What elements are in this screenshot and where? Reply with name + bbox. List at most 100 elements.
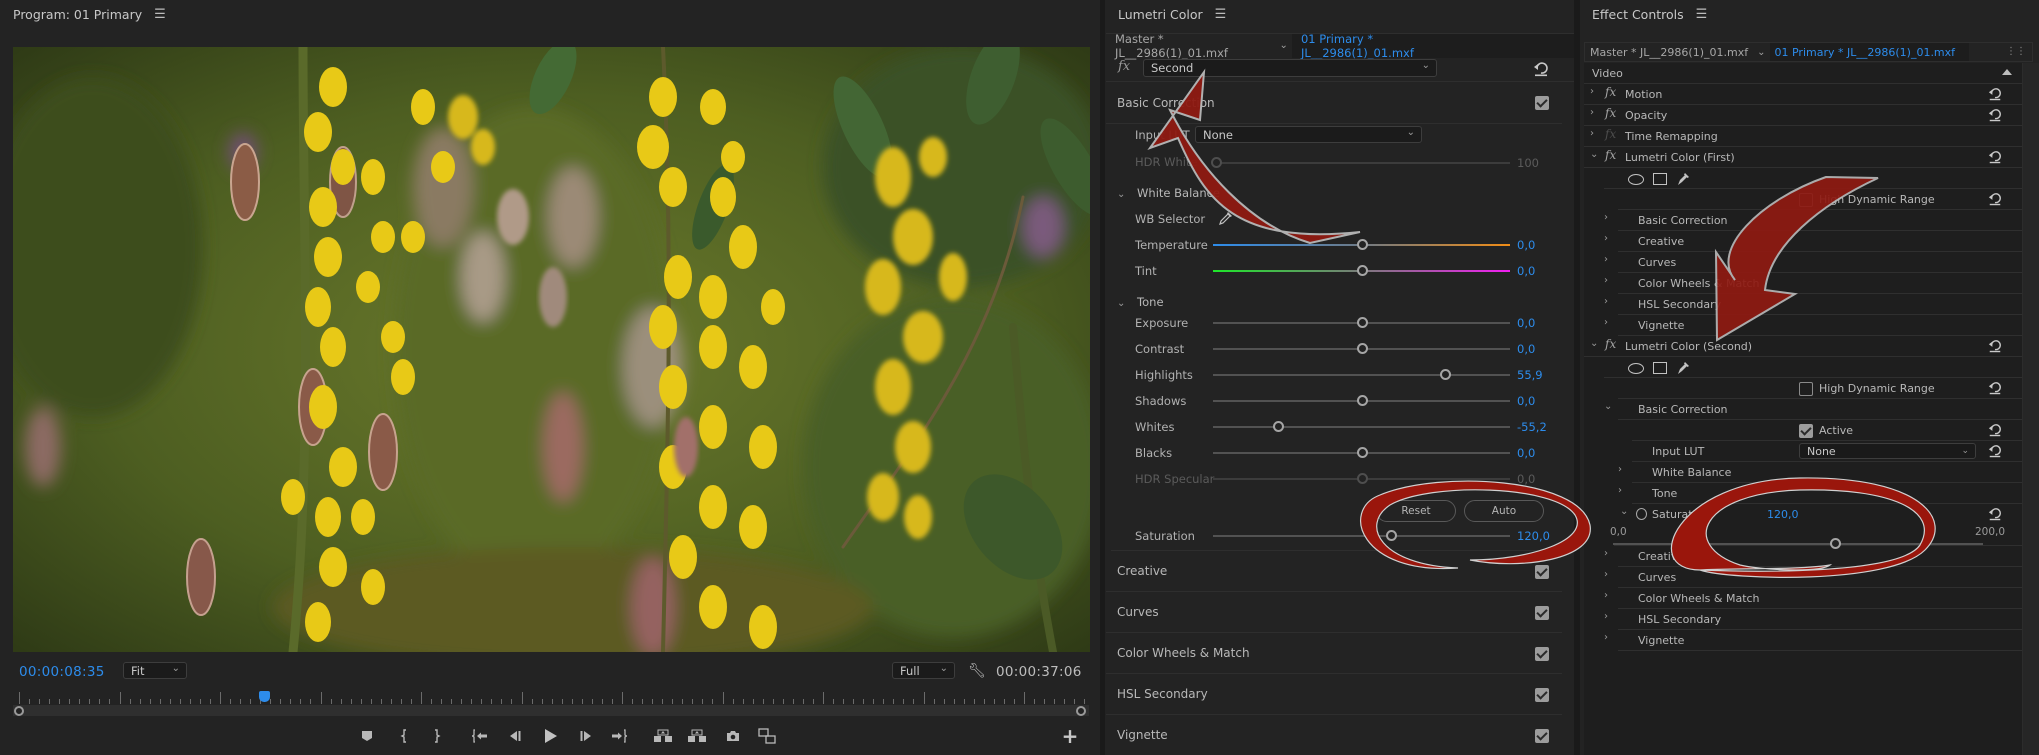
lift-button[interactable] — [653, 726, 673, 746]
highlights-slider[interactable] — [1213, 369, 1510, 381]
ellipse-mask-icon[interactable] — [1628, 362, 1644, 374]
white-balance-toggle[interactable]: ⌄ White Balance — [1117, 186, 1220, 200]
playback-resolution-select[interactable]: Full ⌄ — [892, 662, 955, 679]
reset-icon[interactable] — [1988, 150, 2004, 166]
fx-toggle-icon[interactable]: fx — [1605, 127, 1616, 141]
lumetri-first-color-wheels-match-row[interactable]: › Color Wheels & Match — [1604, 273, 2022, 294]
current-timecode[interactable]: 00:00:08:35 — [19, 664, 105, 680]
play-button[interactable] — [541, 726, 561, 746]
chevron-right-icon[interactable]: › — [1604, 611, 1608, 622]
hsl-secondary-enable-checkbox[interactable] — [1535, 688, 1549, 702]
vignette-section-header[interactable]: Vignette — [1106, 715, 1562, 755]
chevron-right-icon[interactable]: › — [1604, 590, 1608, 601]
pen-mask-icon[interactable] — [1676, 361, 1690, 375]
curves-section-header[interactable]: Curves — [1106, 592, 1562, 633]
color-wheels-match-section-header[interactable]: Color Wheels & Match — [1106, 633, 1562, 674]
export-frame-button[interactable] — [723, 726, 743, 746]
lumetri-first-creative-row[interactable]: › Creative — [1604, 231, 2022, 252]
contrast-value[interactable]: 0,0 — [1517, 342, 1535, 356]
chevron-down-icon[interactable]: ⌄ — [1620, 506, 1628, 517]
reset-icon[interactable] — [1988, 507, 2004, 523]
zoom-scroll-bar[interactable] — [13, 705, 1089, 716]
effect-controls-timeline-area[interactable] — [2022, 63, 2039, 755]
ellipse-mask-icon[interactable] — [1628, 173, 1644, 185]
chevron-right-icon[interactable]: › — [1604, 275, 1608, 286]
lumetri-second-color-wheels-match-row[interactable]: › Color Wheels & Match — [1604, 588, 2022, 609]
contrast-slider[interactable] — [1213, 343, 1510, 355]
lumetri-second-vignette-row[interactable]: › Vignette — [1604, 630, 2022, 651]
step-back-button[interactable] — [505, 726, 525, 746]
exposure-slider[interactable] — [1213, 317, 1510, 329]
blacks-slider[interactable] — [1213, 447, 1510, 459]
tint-slider[interactable] — [1213, 265, 1510, 277]
chevron-down-icon[interactable]: ⌄ — [1604, 401, 1612, 412]
lumetri-second-hdr-checkbox[interactable] — [1799, 382, 1813, 396]
fx-toggle-icon[interactable]: fx — [1605, 85, 1616, 99]
settings-wrench-icon[interactable]: 🔧︎ — [968, 663, 986, 679]
master-clip-tab[interactable]: Master * JL__2986(1)_01.mxf — [1585, 43, 1753, 61]
zoom-level-select[interactable]: Fit ⌄ — [123, 662, 187, 679]
chevron-down-icon[interactable]: ⌄ — [1753, 47, 1769, 58]
pen-mask-icon[interactable] — [1676, 172, 1690, 186]
input-lut-select[interactable]: None ⌄ — [1799, 443, 1976, 459]
panel-divider[interactable] — [1100, 0, 1105, 755]
whites-value[interactable]: -55,2 — [1517, 420, 1547, 434]
chevron-right-icon[interactable]: › — [1590, 128, 1594, 139]
playhead[interactable] — [259, 691, 271, 702]
chevron-right-icon[interactable]: › — [1618, 464, 1622, 475]
lumetri-second-white-balance-row[interactable]: › White Balance — [1618, 462, 2022, 483]
reset-icon[interactable] — [1988, 444, 2004, 460]
chevron-right-icon[interactable]: › — [1604, 632, 1608, 643]
go-to-in-button[interactable] — [470, 726, 490, 746]
motion-effect-row[interactable]: › fx Motion — [1584, 84, 2022, 105]
lumetri-second-effect-row[interactable]: ⌄ fx Lumetri Color (Second) — [1584, 336, 2022, 357]
chevron-right-icon[interactable]: › — [1604, 254, 1608, 265]
chevron-down-icon[interactable]: ⌄ — [1590, 338, 1598, 349]
chevron-down-icon[interactable]: ⌄ — [1276, 40, 1292, 51]
panel-menu-icon[interactable]: ☰ — [154, 7, 166, 22]
lumetri-second-tone-row[interactable]: › Tone — [1618, 483, 2022, 504]
hsl-secondary-section-header[interactable]: HSL Secondary — [1106, 674, 1562, 715]
zoom-scroll-start-handle[interactable] — [14, 706, 24, 716]
chevron-right-icon[interactable]: › — [1604, 548, 1608, 559]
time-ruler[interactable] — [19, 690, 1086, 704]
scroll-up-icon[interactable] — [2002, 69, 2012, 75]
reset-button[interactable]: Reset — [1376, 500, 1456, 522]
chevron-right-icon[interactable]: › — [1604, 233, 1608, 244]
shadows-slider[interactable] — [1213, 395, 1510, 407]
lumetri-first-vignette-row[interactable]: › Vignette — [1604, 315, 2022, 336]
active-checkbox[interactable] — [1799, 424, 1813, 438]
lumetri-title[interactable]: Lumetri Color — [1118, 7, 1203, 22]
reset-icon[interactable] — [1533, 61, 1549, 77]
chevron-right-icon[interactable]: › — [1618, 485, 1622, 496]
curves-enable-checkbox[interactable] — [1535, 606, 1549, 620]
chevron-right-icon[interactable]: › — [1604, 212, 1608, 223]
sequence-clip-tab[interactable]: 01 Primary * JL__2986(1)_01.mxf — [1291, 32, 1574, 60]
eyedropper-icon[interactable] — [1218, 210, 1234, 229]
temperature-slider[interactable] — [1213, 239, 1510, 251]
reset-icon[interactable] — [1988, 192, 2004, 208]
rectangle-mask-icon[interactable] — [1653, 362, 1667, 374]
tone-toggle[interactable]: ⌄ Tone — [1117, 295, 1164, 309]
creative-section-header[interactable]: Creative — [1106, 551, 1562, 592]
basic-correction-header[interactable]: Basic Correction — [1106, 83, 1562, 124]
sequence-clip-tab[interactable]: 01 Primary * JL__2986(1)_01.mxf — [1769, 43, 1970, 61]
reset-icon[interactable] — [1988, 108, 2004, 124]
reset-icon[interactable] — [1988, 423, 2004, 439]
timeline-toggle-icon[interactable]: ⋮⋮ — [2006, 46, 2026, 57]
reset-icon[interactable] — [1988, 381, 2004, 397]
saturation-slider[interactable] — [1213, 530, 1510, 542]
highlights-value[interactable]: 55,9 — [1517, 368, 1543, 382]
mark-in-button[interactable] — [395, 726, 415, 746]
opacity-effect-row[interactable]: › fx Opacity — [1584, 105, 2022, 126]
extract-button[interactable] — [687, 726, 707, 746]
master-clip-tab[interactable]: Master * JL__2986(1)_01.mxf — [1106, 32, 1276, 60]
lumetri-second-basic-correction-row[interactable]: ⌄ Basic Correction — [1604, 399, 2022, 420]
saturation-value[interactable]: 120,0 — [1517, 529, 1550, 543]
chevron-right-icon[interactable]: › — [1604, 569, 1608, 580]
comparison-view-button[interactable] — [757, 726, 777, 746]
lumetri-second-creative-row[interactable]: › Creative — [1604, 546, 2022, 567]
reset-icon[interactable] — [1988, 87, 2004, 103]
auto-button[interactable]: Auto — [1464, 500, 1544, 522]
lumetri-instance-select[interactable]: Second ⌄ — [1143, 59, 1437, 77]
